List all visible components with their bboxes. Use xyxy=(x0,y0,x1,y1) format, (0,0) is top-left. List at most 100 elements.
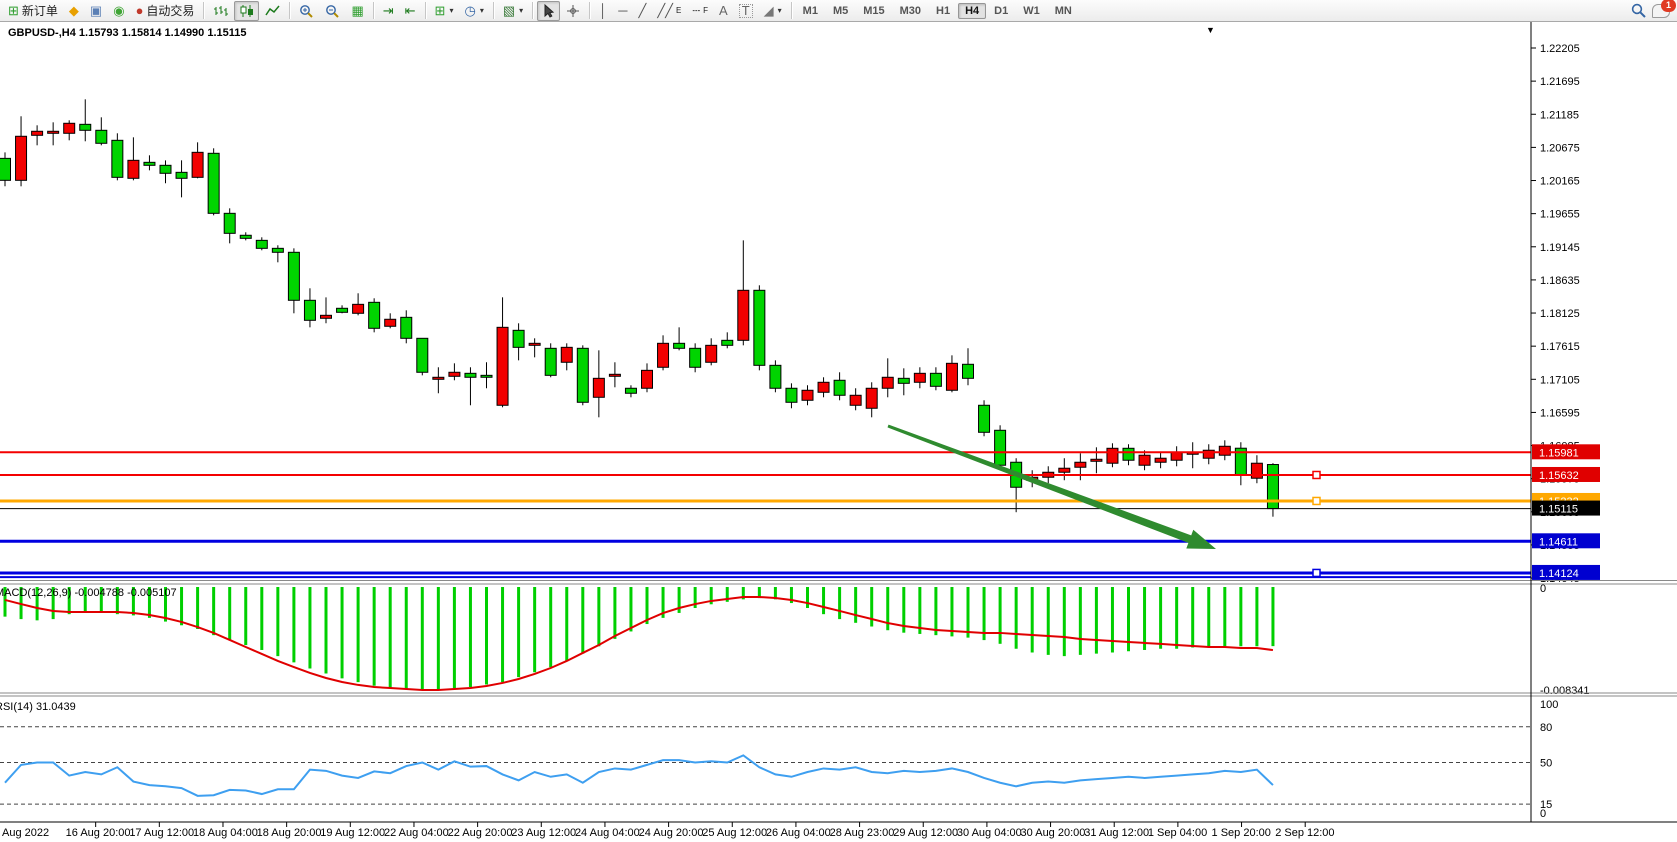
vertical-line-button[interactable]: │ xyxy=(594,1,612,21)
timeframe-d1[interactable]: D1 xyxy=(987,3,1015,19)
candle-body xyxy=(995,430,1006,465)
timeframe-toolbar: M1M5M15M30H1H4D1W1MN xyxy=(796,3,1079,19)
timeframe-mn[interactable]: MN xyxy=(1048,3,1079,19)
candle-body xyxy=(609,374,620,376)
price-line-badge-label: 1.14124 xyxy=(1539,568,1579,580)
application-window: { "toolbar": { "new_order_label": "新订单",… xyxy=(0,0,1677,842)
line-handle[interactable] xyxy=(1313,471,1320,478)
chart-canvas[interactable]: 1.222051.216951.211851.206751.201651.196… xyxy=(0,0,1677,842)
candle-body xyxy=(818,382,829,392)
candle-body xyxy=(369,302,380,328)
zoom-out-button[interactable] xyxy=(320,1,345,21)
search-icon[interactable] xyxy=(1631,3,1646,18)
date-label: 19 Aug 12:00 xyxy=(320,827,385,839)
channel-icon: ╱╱ xyxy=(657,3,673,19)
line-chart-button[interactable] xyxy=(260,1,285,21)
crosshair-button[interactable] xyxy=(561,1,585,21)
line-handle[interactable] xyxy=(1313,569,1320,576)
candle-body xyxy=(850,395,861,405)
chevron-down-icon: ▾ xyxy=(519,6,523,15)
bar-chart-button[interactable] xyxy=(208,1,233,21)
candle-body xyxy=(240,235,251,238)
date-label: 18 Aug 20:00 xyxy=(257,827,322,839)
price-tick-label: 1.20675 xyxy=(1540,142,1580,154)
candle-body xyxy=(963,364,974,378)
candle-body xyxy=(401,317,412,338)
date-label: 28 Aug 23:00 xyxy=(830,827,895,839)
candle-body xyxy=(722,340,733,345)
label-tool-button[interactable]: T xyxy=(734,1,758,21)
cursor-button[interactable] xyxy=(537,1,560,21)
timeframe-h1[interactable]: H1 xyxy=(929,3,957,19)
signal-icon: ◉ xyxy=(113,3,124,19)
candle-body xyxy=(433,377,444,379)
candle-body xyxy=(256,240,267,248)
rsi-axis-label: 100 xyxy=(1540,699,1558,711)
notifications-icon[interactable]: 1 xyxy=(1652,4,1670,18)
trendline-button[interactable]: ╱ xyxy=(633,1,651,21)
date-label: 30 Aug 20:00 xyxy=(1021,827,1086,839)
indicators-button[interactable]: ▧ ▾ xyxy=(498,1,528,21)
candle-body xyxy=(658,343,669,367)
candle-body xyxy=(321,315,332,318)
candle-body xyxy=(48,131,59,133)
new-chart-button[interactable]: ⊞ ▾ xyxy=(430,1,459,21)
price-tick-label: 1.19145 xyxy=(1540,242,1580,254)
chart-shift-marker-icon[interactable]: ▼ xyxy=(1206,25,1215,35)
timeframe-m15[interactable]: M15 xyxy=(856,3,891,19)
price-line-badge-label: 1.15115 xyxy=(1539,504,1578,516)
date-label: 22 Aug 20:00 xyxy=(448,827,513,839)
candle-body xyxy=(288,252,299,300)
chevron-down-icon: ▾ xyxy=(480,6,484,15)
line-handle[interactable] xyxy=(1313,497,1320,504)
signal-button[interactable]: ◉ xyxy=(108,1,129,21)
zoom-out-icon xyxy=(325,4,340,18)
crosshair-icon xyxy=(566,4,580,18)
candle-body xyxy=(128,160,139,178)
auto-scroll-icon: ⇥ xyxy=(383,3,394,19)
price-tick-label: 1.16595 xyxy=(1540,407,1580,419)
candle-body xyxy=(898,378,909,383)
timeframe-h4[interactable]: H4 xyxy=(958,3,986,19)
clock-icon: ◷ xyxy=(464,3,475,19)
timeframe-m5[interactable]: M5 xyxy=(826,3,855,19)
channel-button[interactable]: ╱╱E xyxy=(652,1,686,21)
toolbar-separator xyxy=(373,2,374,19)
toolbar-separator xyxy=(425,2,426,19)
timeframe-m1[interactable]: M1 xyxy=(796,3,825,19)
community-button[interactable]: ▣ xyxy=(85,1,107,21)
trend-arrow[interactable] xyxy=(888,425,1217,549)
shapes-button[interactable]: ◢ ▾ xyxy=(759,1,787,21)
candle-body xyxy=(337,308,348,312)
candle-body xyxy=(208,153,219,213)
macd-signal-line xyxy=(5,597,1273,690)
new-order-button[interactable]: ⊞ 新订单 xyxy=(3,1,63,21)
candle-body xyxy=(160,165,171,173)
candle-chart-button[interactable] xyxy=(234,1,259,21)
date-label: 24 Aug 20:00 xyxy=(639,827,704,839)
tile-windows-button[interactable]: ▦ xyxy=(346,1,368,21)
zoom-in-button[interactable] xyxy=(294,1,319,21)
candle-body xyxy=(738,290,749,340)
autotrade-button[interactable]: ● 自动交易 xyxy=(131,1,200,21)
period-button[interactable]: ◷ ▾ xyxy=(459,1,488,21)
candle-body xyxy=(866,388,877,408)
shapes-icon: ◢ xyxy=(764,3,774,19)
chart-shift-button[interactable]: ⇤ xyxy=(400,1,421,21)
date-label: 1 Sep 20:00 xyxy=(1212,827,1271,839)
timeframe-w1[interactable]: W1 xyxy=(1016,3,1047,19)
text-tool-button[interactable]: A xyxy=(714,1,733,21)
candle-body xyxy=(0,158,11,180)
candle-body xyxy=(577,348,588,402)
candle-body xyxy=(674,343,685,348)
quotes-button[interactable]: ◆ xyxy=(64,1,84,21)
fibonacci-button[interactable]: ┄F xyxy=(687,1,713,21)
price-tick-label: 1.18635 xyxy=(1540,275,1580,287)
candle-body xyxy=(1219,446,1230,455)
timeframe-m30[interactable]: M30 xyxy=(893,3,928,19)
fibonacci-icon: ┄ xyxy=(692,3,700,19)
date-label: 17 Aug 12:00 xyxy=(129,827,194,839)
candle-body xyxy=(80,124,91,130)
horizontal-line-button[interactable]: ─ xyxy=(613,1,632,21)
auto-scroll-button[interactable]: ⇥ xyxy=(378,1,399,21)
